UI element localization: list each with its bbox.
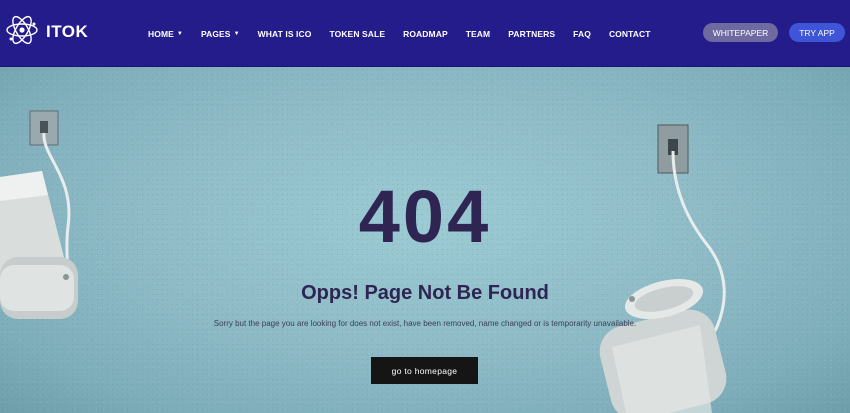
brand-logo[interactable]: ITOK [4, 14, 88, 50]
nav-item-label: HOME [148, 28, 174, 39]
atom-logo-icon [4, 12, 40, 53]
go-to-homepage-button[interactable]: go to homepage [371, 357, 478, 384]
nav-item-home[interactable]: HOME ▼ [148, 29, 183, 39]
nav-item-team[interactable]: TEAM [466, 29, 490, 39]
nav-item-roadmap[interactable]: ROADMAP [403, 29, 448, 39]
chevron-down-icon: ▼ [176, 30, 183, 37]
page: ITOK HOME ▼ PAGES ▼ WHAT IS ICO TOKEN SA… [0, 0, 850, 413]
nav-item-what-is-ico[interactable]: WHAT IS ICO [258, 29, 312, 39]
chevron-down-icon: ▼ [233, 30, 240, 37]
nav-item-label: PARTNERS [508, 28, 556, 39]
nav-item-label: CONTACT [608, 28, 651, 39]
error-code: 404 [358, 175, 492, 258]
error-title: Opps! Page Not Be Found [301, 282, 549, 304]
nav-item-label: PAGES [200, 28, 231, 39]
brand-name: ITOK [46, 22, 89, 41]
nav-item-token-sale[interactable]: TOKEN SALE [329, 29, 385, 39]
nav-item-label: TEAM [465, 28, 491, 39]
main-nav: HOME ▼ PAGES ▼ WHAT IS ICO TOKEN SALE RO… [148, 0, 669, 67]
nav-item-label: FAQ [573, 28, 591, 39]
nav-item-partners[interactable]: PARTNERS [508, 29, 555, 39]
nav-item-label: TOKEN SALE [329, 28, 386, 39]
nav-item-label: ROADMAP [403, 28, 448, 39]
whitepaper-button[interactable]: WHITEPAPER [703, 23, 778, 42]
nav-item-pages[interactable]: PAGES ▼ [201, 29, 240, 39]
nav-item-contact[interactable]: CONTACT [609, 29, 651, 39]
nav-item-faq[interactable]: FAQ [573, 29, 591, 39]
error-description: Sorry but the page you are looking for d… [213, 319, 637, 328]
try-app-button[interactable]: TRY APP [789, 23, 845, 42]
error-hero: 404 Opps! Page Not Be Found Sorry but th… [0, 67, 850, 413]
nav-item-label: WHAT IS ICO [257, 28, 312, 39]
site-header: ITOK HOME ▼ PAGES ▼ WHAT IS ICO TOKEN SA… [0, 0, 850, 67]
